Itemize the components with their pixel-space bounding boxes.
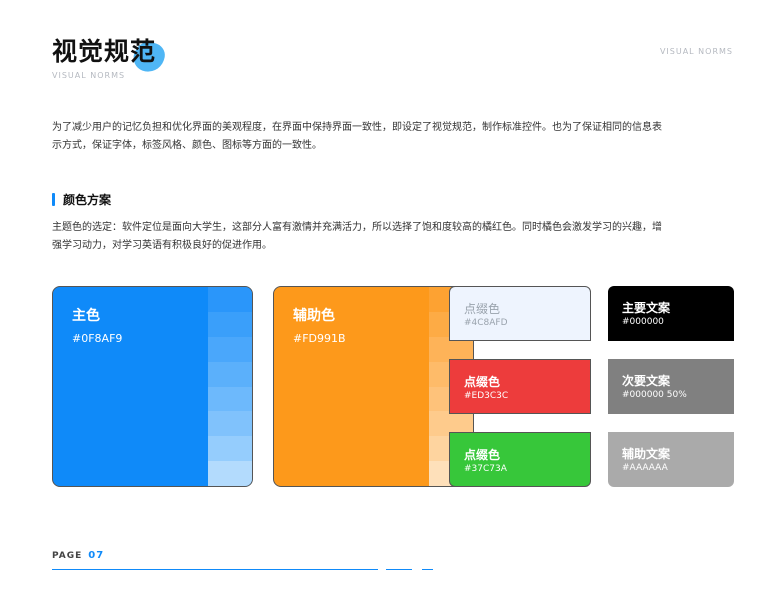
primary-tint-swatch bbox=[208, 311, 252, 337]
primary-tint-swatch bbox=[208, 461, 252, 486]
color-hex: #AAAAAA bbox=[622, 463, 668, 473]
text-color-card-secondary: 次要文案 #000000 50% bbox=[608, 359, 734, 414]
color-name: 点缀色 bbox=[464, 302, 501, 316]
page-title: 视觉规范 bbox=[52, 37, 157, 66]
page-number: PAGE 07 bbox=[52, 550, 104, 561]
section-accent-bar bbox=[52, 192, 55, 206]
color-hex: #4C8AFD bbox=[464, 318, 508, 328]
primary-tint-swatch bbox=[208, 411, 252, 437]
color-name: 点缀色 bbox=[464, 448, 501, 462]
secondary-color-card: 辅助色 #FD991B bbox=[273, 286, 474, 487]
color-name: 辅助文案 bbox=[622, 447, 671, 461]
title-block: 视觉规范 VISUAL NORMS bbox=[52, 36, 169, 80]
primary-tint-swatch bbox=[208, 361, 252, 387]
page-subtitle: VISUAL NORMS bbox=[52, 71, 126, 80]
corner-label: VISUAL NORMS bbox=[659, 47, 733, 56]
accent-color-card-red: 点缀色 #ED3C3C bbox=[449, 359, 591, 414]
section-title: 颜色方案 bbox=[63, 192, 112, 207]
text-color-card-auxiliary: 辅助文案 #AAAAAA bbox=[608, 432, 734, 487]
section-heading: 颜色方案 bbox=[52, 191, 111, 207]
page-number-value: 07 bbox=[88, 550, 105, 561]
color-hex: #000000 50% bbox=[622, 390, 687, 400]
color-hex: #000000 bbox=[622, 317, 664, 327]
primary-tint-swatch bbox=[208, 436, 252, 462]
color-hex: #FD991B bbox=[293, 332, 346, 345]
intro-paragraph: 为了减少用户的记忆负担和优化界面的美观程度，在界面中保持界面一致性，即设定了视觉… bbox=[52, 122, 662, 151]
color-hex: #37C73A bbox=[464, 464, 507, 474]
color-name: 辅助色 bbox=[293, 308, 335, 324]
primary-tint-swatch bbox=[208, 336, 252, 362]
footer-line-segment bbox=[422, 569, 433, 570]
accent-color-card-green: 点缀色 #37C73A bbox=[449, 432, 591, 487]
color-name: 次要文案 bbox=[622, 374, 671, 388]
footer-line bbox=[52, 569, 378, 570]
page-label: PAGE bbox=[52, 551, 83, 561]
primary-tint-strip bbox=[208, 287, 252, 486]
primary-tint-swatch bbox=[208, 287, 252, 312]
color-name: 主要文案 bbox=[622, 301, 671, 315]
color-hex: #0F8AF9 bbox=[72, 332, 123, 345]
color-name: 点缀色 bbox=[464, 375, 501, 389]
primary-tint-swatch bbox=[208, 386, 252, 412]
footer-line-segment bbox=[386, 569, 412, 570]
primary-color-card: 主色 #0F8AF9 bbox=[52, 286, 253, 487]
section-description: 主题色的选定：软件定位是面向大学生，这部分人富有激情并充满活力，所以选择了饱和度… bbox=[52, 222, 662, 251]
color-name: 主色 bbox=[72, 308, 100, 324]
text-color-card-primary: 主要文案 #000000 bbox=[608, 286, 734, 341]
accent-color-card-blue: 点缀色 #4C8AFD bbox=[449, 286, 591, 341]
color-hex: #ED3C3C bbox=[464, 391, 509, 401]
